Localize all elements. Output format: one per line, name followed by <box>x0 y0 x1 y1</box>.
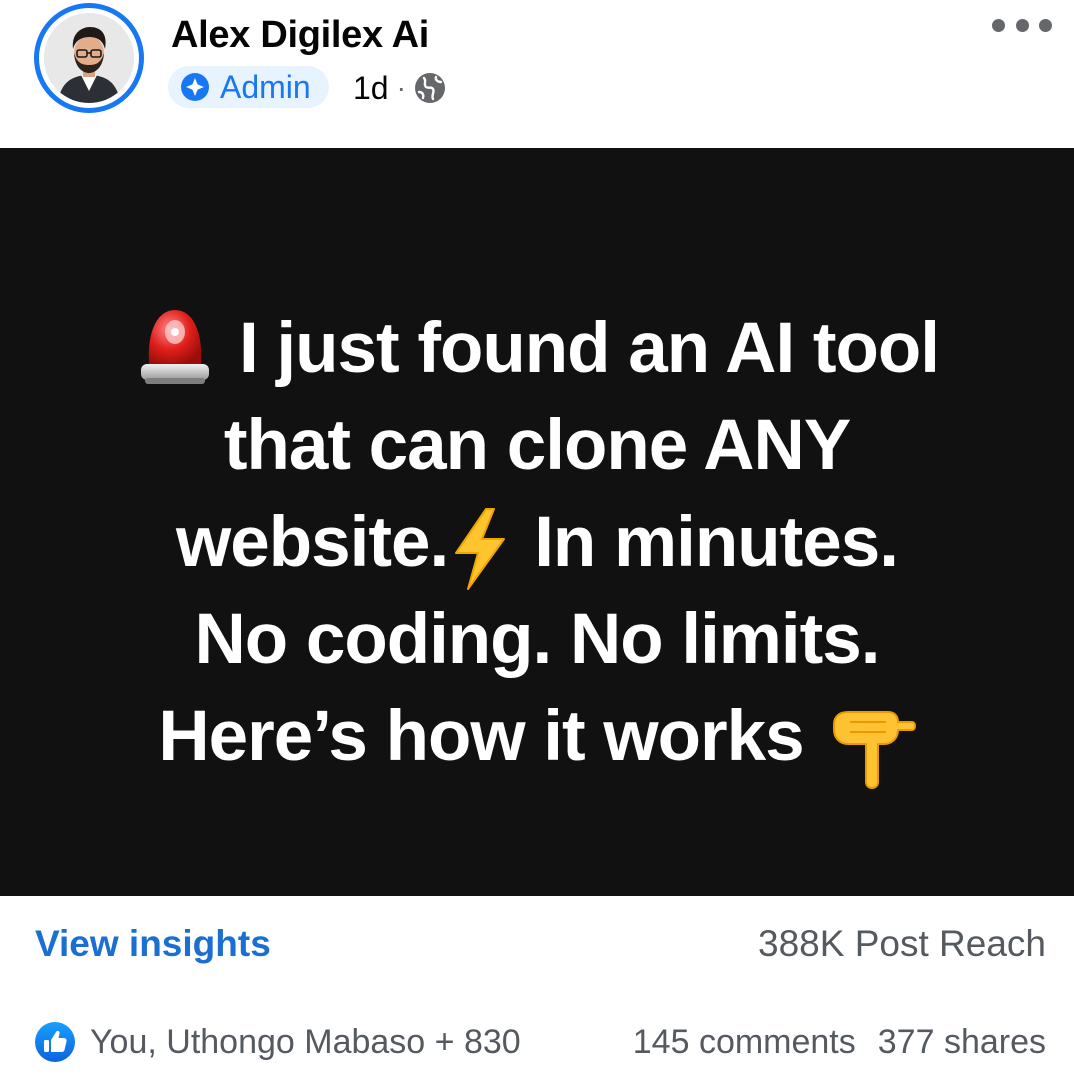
more-dot <box>1039 18 1052 32</box>
post-meta: 1d · <box>353 68 446 108</box>
post-line-3-text-a: website. <box>176 503 449 582</box>
post-line-2: that can clone ANY <box>223 406 851 485</box>
more-dot <box>992 18 1005 32</box>
admin-label: Admin <box>220 68 311 105</box>
post-image[interactable]: I just found an AI tool that can clone A… <box>0 148 1074 896</box>
view-insights-link[interactable]: View insights <box>35 923 271 965</box>
timestamp[interactable]: 1d <box>353 70 389 107</box>
admin-badge[interactable]: Admin <box>168 66 329 108</box>
post-line-5-text: Here’s how it works <box>158 697 804 776</box>
shares-count[interactable]: 377 shares <box>878 1023 1046 1062</box>
avatar-ring[interactable] <box>34 3 144 113</box>
pointing-down-icon <box>832 711 916 790</box>
author-name[interactable]: Alex Digilex Ai <box>171 14 429 57</box>
comments-count[interactable]: 145 comments <box>633 1023 856 1062</box>
globe-icon <box>414 73 445 103</box>
avatar-illustration-icon <box>44 13 134 103</box>
post-line-4: No coding. No limits. <box>194 600 880 679</box>
reactors-text[interactable]: You, Uthongo Mabaso + 830 <box>90 1023 521 1062</box>
meta-separator: · <box>396 72 406 103</box>
siren-icon <box>140 310 209 385</box>
admin-shield-icon <box>181 73 209 101</box>
post-text: I just found an AI tool that can clone A… <box>0 300 1074 790</box>
post-line-1: I just found an AI tool <box>0 300 1074 397</box>
more-options-icon[interactable] <box>992 10 1052 40</box>
facebook-post: Alex Digilex Ai Admin 1d · I just found … <box>0 0 1074 1074</box>
post-line-3: website. In minutes. <box>0 494 1074 591</box>
engagement-counts: 145 comments 377 shares <box>633 1023 1046 1062</box>
more-dot <box>1015 18 1029 32</box>
post-reach: 388K Post Reach <box>758 923 1046 964</box>
post-line-3-text-b: In minutes. <box>534 503 899 582</box>
reactions-row: You, Uthongo Mabaso + 830 145 comments 3… <box>34 1020 1046 1064</box>
lightning-bolt-icon <box>455 508 506 591</box>
like-icon[interactable] <box>34 1021 76 1063</box>
avatar[interactable] <box>44 13 134 103</box>
post-line-1-text: I just found an AI tool <box>238 309 940 388</box>
post-line-5: Here’s how it works <box>0 688 1074 790</box>
post-header: Alex Digilex Ai Admin 1d · <box>0 0 1074 148</box>
